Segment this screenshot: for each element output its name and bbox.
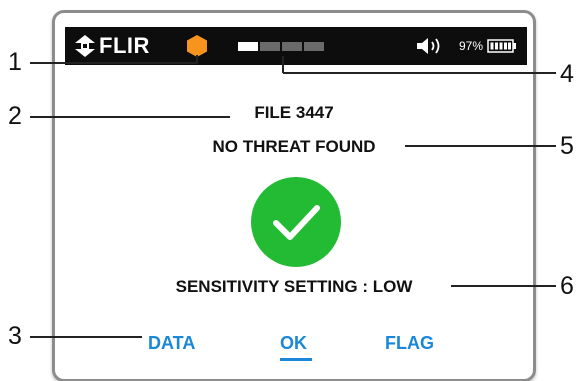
callout-4: 4 — [560, 60, 574, 88]
callout-lines — [30, 55, 556, 338]
callout-3: 3 — [8, 322, 22, 350]
callout-5: 5 — [560, 132, 574, 160]
callout-6: 6 — [560, 272, 574, 300]
figure: FLIR 97% FILE 3447 NO THREAT FOUND SENSI… — [0, 0, 581, 381]
callout-1: 1 — [8, 48, 22, 76]
callout-2: 2 — [8, 102, 22, 130]
